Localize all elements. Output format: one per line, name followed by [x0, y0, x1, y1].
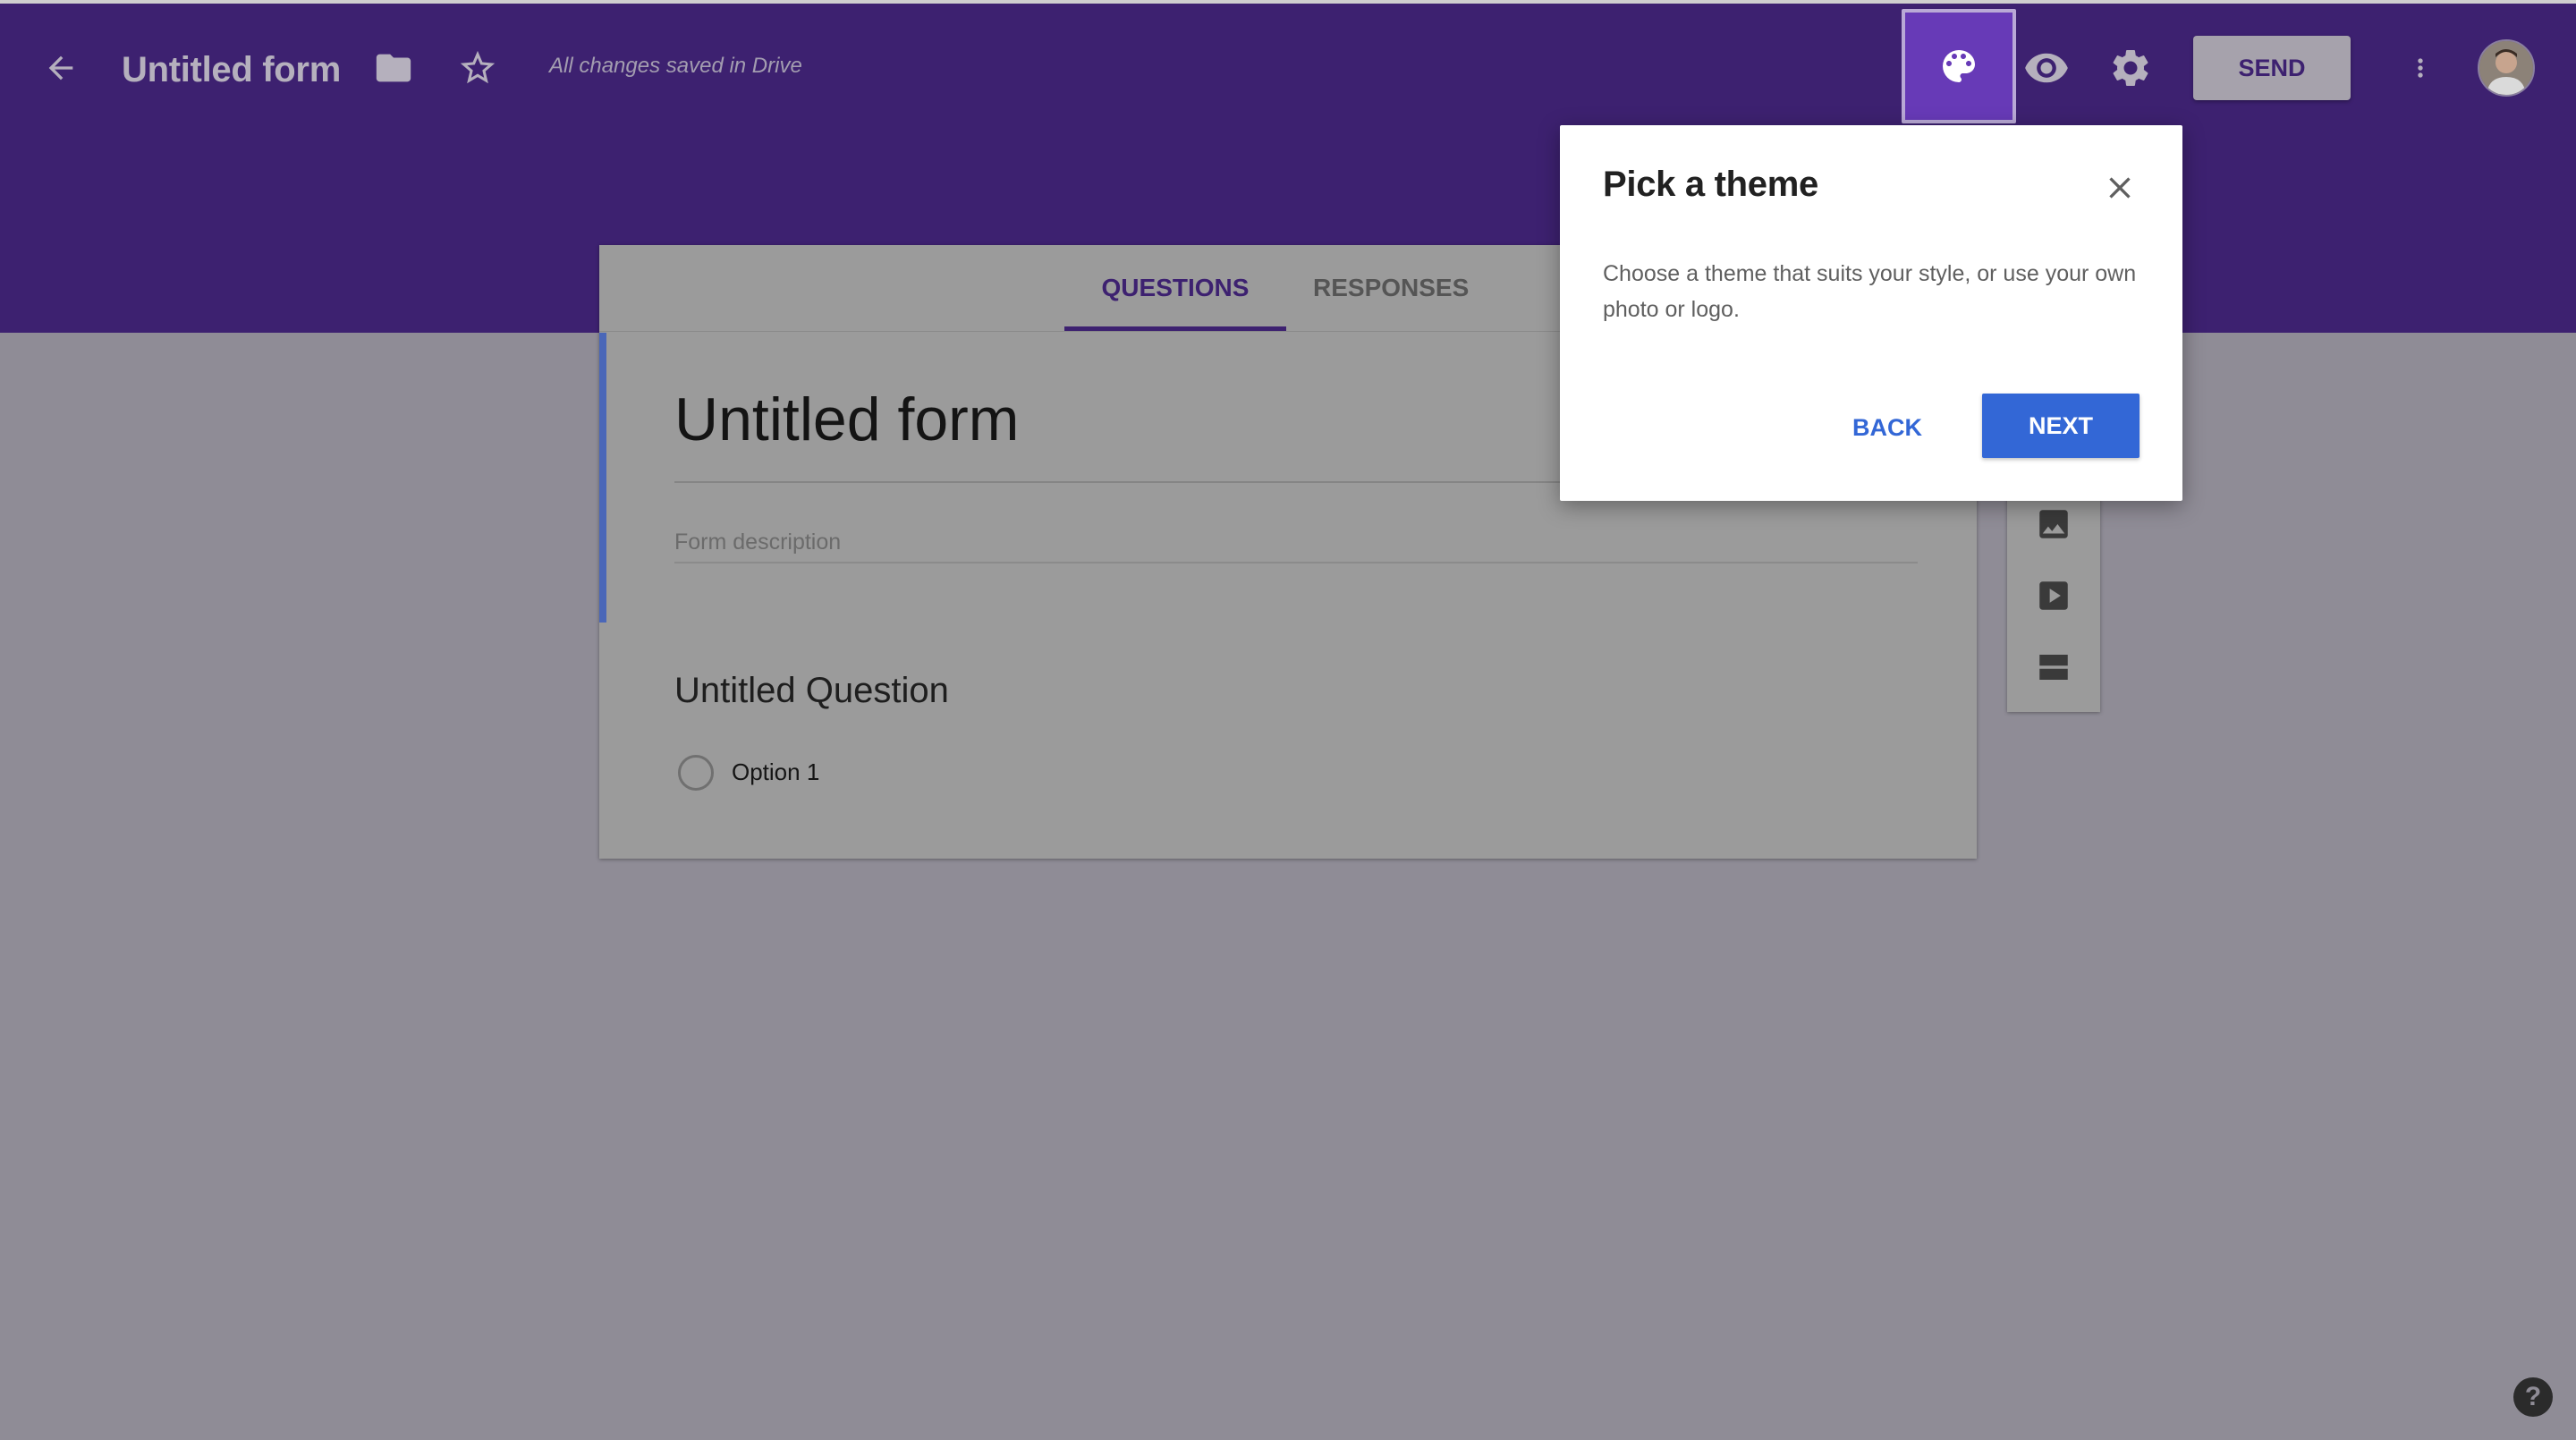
form-description-field[interactable]: Form description: [674, 529, 841, 555]
save-status: All changes saved in Drive: [549, 54, 802, 78]
tab-responses[interactable]: RESPONSES: [1313, 245, 1469, 331]
side-toolbar: [2007, 483, 2100, 712]
dialog-body: Choose a theme that suits your style, or…: [1603, 261, 2137, 322]
pick-theme-dialog: Pick a theme Choose a theme that suits y…: [1560, 125, 2182, 501]
user-avatar[interactable]: [2478, 39, 2535, 97]
video-icon: [2039, 581, 2068, 610]
question-title[interactable]: Untitled Question: [674, 671, 949, 711]
image-icon: [2039, 510, 2068, 538]
help-button[interactable]: ?: [2513, 1377, 2553, 1417]
eye-icon: [2025, 53, 2068, 83]
dialog-title: Pick a theme: [1603, 165, 1818, 204]
star-outline-icon: [460, 50, 496, 84]
move-to-folder-button[interactable]: [369, 43, 419, 93]
folder-icon: [376, 54, 411, 82]
add-section-button[interactable]: [2030, 644, 2077, 690]
radio-button[interactable]: [678, 755, 714, 791]
more-vert-icon: [2418, 58, 2423, 78]
preview-button[interactable]: [2020, 43, 2073, 93]
add-video-button[interactable]: [2030, 572, 2077, 619]
user-photo-icon: [2479, 41, 2533, 95]
close-icon: [2109, 177, 2131, 199]
gear-icon: [2113, 49, 2148, 86]
tab-questions[interactable]: QUESTIONS: [1064, 245, 1286, 331]
star-button[interactable]: [453, 43, 503, 93]
option-label[interactable]: Option 1: [732, 758, 819, 786]
dialog-next-button[interactable]: NEXT: [1982, 394, 2140, 458]
dialog-close-button[interactable]: [2097, 165, 2143, 211]
back-button[interactable]: [36, 43, 86, 93]
more-options-button[interactable]: [2406, 43, 2435, 93]
description-underline: [674, 562, 1918, 563]
section-icon: [2039, 655, 2068, 680]
arrow-back-icon: [48, 55, 73, 80]
palette-icon: [1943, 50, 1975, 82]
send-button[interactable]: SEND: [2193, 36, 2351, 100]
add-image-button[interactable]: [2030, 501, 2077, 547]
form-title[interactable]: Untitled form: [674, 385, 1019, 454]
document-title[interactable]: Untitled form: [122, 43, 341, 97]
theme-palette-button[interactable]: [1902, 9, 2016, 123]
settings-button[interactable]: [2104, 41, 2157, 95]
dialog-back-button[interactable]: BACK: [1826, 395, 1948, 460]
